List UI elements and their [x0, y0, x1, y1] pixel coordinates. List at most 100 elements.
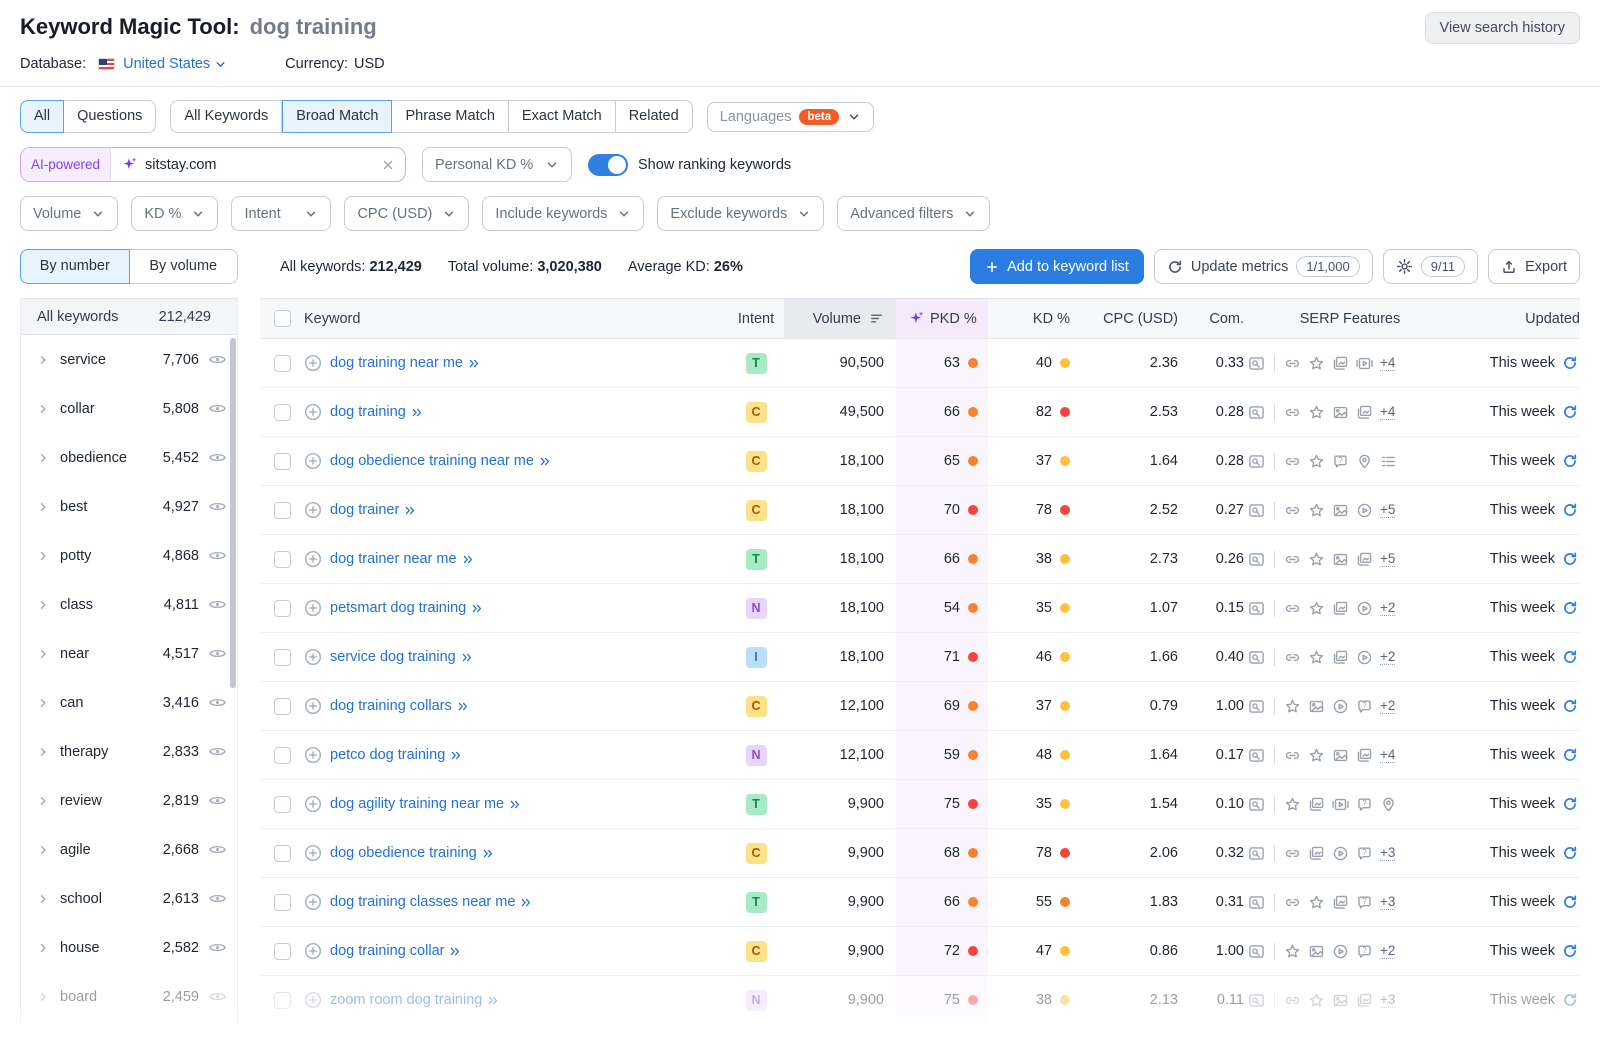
eye-icon[interactable] [208, 938, 227, 957]
sidebar-header[interactable]: All keywords 212,429 [21, 298, 237, 335]
add-keyword-icon[interactable] [304, 746, 322, 764]
row-checkbox[interactable] [274, 355, 291, 372]
serp-preview-icon[interactable] [1248, 453, 1265, 470]
serp-star-icon[interactable] [1308, 649, 1325, 666]
serp-star-icon[interactable] [1308, 747, 1325, 764]
serp-video-icon[interactable] [1356, 600, 1373, 617]
serp-video-icon[interactable] [1332, 943, 1349, 960]
serp-image-icon[interactable] [1332, 502, 1349, 519]
serp-image-stack-icon[interactable] [1308, 845, 1325, 862]
eye-icon[interactable] [208, 742, 227, 761]
serp-image-icon[interactable] [1308, 698, 1325, 715]
chevron-right-icon[interactable] [37, 746, 49, 758]
keyword-link[interactable]: dog trainer [330, 502, 417, 518]
serp-more-count[interactable]: +2 [1380, 649, 1395, 665]
sidebar-item-obedience[interactable]: obedience5,452 [21, 433, 237, 482]
filter-volume[interactable]: Volume [20, 196, 118, 231]
serp-more-count[interactable]: +2 [1380, 600, 1395, 616]
serp-more-count[interactable]: +4 [1380, 747, 1395, 763]
serp-link-icon[interactable] [1284, 551, 1301, 568]
eye-icon[interactable] [208, 889, 227, 908]
serp-more-count[interactable]: +3 [1380, 992, 1395, 1008]
add-to-keyword-list-button[interactable]: Add to keyword list [970, 249, 1144, 284]
serp-more-count[interactable]: +2 [1380, 943, 1395, 959]
filter-advanced-filters[interactable]: Advanced filters [837, 196, 990, 231]
keyword-link[interactable]: dog training classes near me [330, 894, 533, 910]
sidebar-item-review[interactable]: review2,819 [21, 776, 237, 825]
serp-link-icon[interactable] [1284, 845, 1301, 862]
serp-video-icon[interactable] [1332, 845, 1349, 862]
row-checkbox[interactable] [274, 649, 291, 666]
add-keyword-icon[interactable] [304, 697, 322, 715]
sidebar-item-service[interactable]: service7,706 [21, 335, 237, 384]
row-checkbox[interactable] [274, 845, 291, 862]
add-keyword-icon[interactable] [304, 403, 322, 421]
view-mode-by-number[interactable]: By number [20, 249, 130, 284]
serp-preview-icon[interactable] [1248, 894, 1265, 911]
col-header-pkd[interactable]: PKD % [896, 299, 988, 338]
serp-more-count[interactable]: +5 [1380, 551, 1395, 567]
serp-image-stack-icon[interactable] [1356, 551, 1373, 568]
serp-preview-icon[interactable] [1248, 796, 1265, 813]
sidebar-item-near[interactable]: near4,517 [21, 629, 237, 678]
updated-cell[interactable]: This week [1456, 682, 1580, 730]
serp-preview-icon[interactable] [1248, 845, 1265, 862]
serp-image-stack-icon[interactable] [1356, 747, 1373, 764]
eye-icon[interactable] [208, 644, 227, 663]
serp-image-stack-icon[interactable] [1308, 796, 1325, 813]
serp-video-carousel-icon[interactable] [1332, 796, 1349, 813]
keyword-link[interactable]: dog training near me [330, 355, 481, 371]
updated-cell[interactable]: This week [1456, 535, 1580, 583]
refresh-icon[interactable] [1562, 551, 1578, 567]
keyword-link[interactable]: dog obedience training [330, 845, 495, 861]
refresh-icon[interactable] [1562, 747, 1578, 763]
serp-image-icon[interactable] [1308, 943, 1325, 960]
serp-image-stack-icon[interactable] [1356, 992, 1373, 1009]
updated-cell[interactable]: This week [1456, 633, 1580, 681]
refresh-icon[interactable] [1562, 502, 1578, 518]
sidebar-item-board[interactable]: board2,459 [21, 972, 237, 1021]
update-metrics-button[interactable]: Update metrics 1/1,000 [1154, 249, 1373, 284]
refresh-icon[interactable] [1562, 600, 1578, 616]
serp-star-icon[interactable] [1284, 698, 1301, 715]
serp-preview-icon[interactable] [1248, 649, 1265, 666]
sidebar-item-agile[interactable]: agile2,668 [21, 825, 237, 874]
chevron-right-icon[interactable] [37, 893, 49, 905]
serp-link-icon[interactable] [1284, 355, 1301, 372]
updated-cell[interactable]: This week [1456, 731, 1580, 779]
serp-video-icon[interactable] [1356, 649, 1373, 666]
sidebar-item-potty[interactable]: potty4,868 [21, 531, 237, 580]
refresh-icon[interactable] [1562, 894, 1578, 910]
serp-more-count[interactable]: +5 [1380, 502, 1395, 518]
serp-image-icon[interactable] [1332, 992, 1349, 1009]
refresh-icon[interactable] [1562, 943, 1578, 959]
col-header-volume[interactable]: Volume [784, 299, 896, 338]
serp-faq-icon[interactable]: ? [1356, 943, 1373, 960]
row-checkbox[interactable] [274, 453, 291, 470]
sidebar-item-school[interactable]: school2,613 [21, 874, 237, 923]
keyword-link[interactable]: dog training collar [330, 943, 462, 959]
refresh-icon[interactable] [1562, 404, 1578, 420]
eye-icon[interactable] [208, 399, 227, 418]
serp-link-icon[interactable] [1284, 649, 1301, 666]
serp-image-stack-icon[interactable] [1356, 404, 1373, 421]
chevron-right-icon[interactable] [37, 795, 49, 807]
chevron-right-icon[interactable] [37, 844, 49, 856]
serp-image-icon[interactable] [1332, 747, 1349, 764]
updated-cell[interactable]: This week [1456, 437, 1580, 485]
updated-cell[interactable]: This week [1456, 927, 1580, 975]
tab-exact-match[interactable]: Exact Match [509, 100, 616, 133]
filter-exclude-keywords[interactable]: Exclude keywords [657, 196, 824, 231]
serp-star-icon[interactable] [1308, 894, 1325, 911]
serp-more-count[interactable]: +3 [1380, 845, 1395, 861]
serp-star-icon[interactable] [1284, 796, 1301, 813]
refresh-icon[interactable] [1562, 845, 1578, 861]
chevron-right-icon[interactable] [37, 648, 49, 660]
serp-location-icon[interactable] [1356, 453, 1373, 470]
serp-star-icon[interactable] [1308, 600, 1325, 617]
sidebar-item-collar[interactable]: collar5,808 [21, 384, 237, 433]
tab-all-keywords[interactable]: All Keywords [170, 100, 282, 133]
keyword-link[interactable]: dog training collars [330, 698, 470, 714]
serp-image-stack-icon[interactable] [1332, 894, 1349, 911]
serp-video-carousel-icon[interactable] [1356, 355, 1373, 372]
